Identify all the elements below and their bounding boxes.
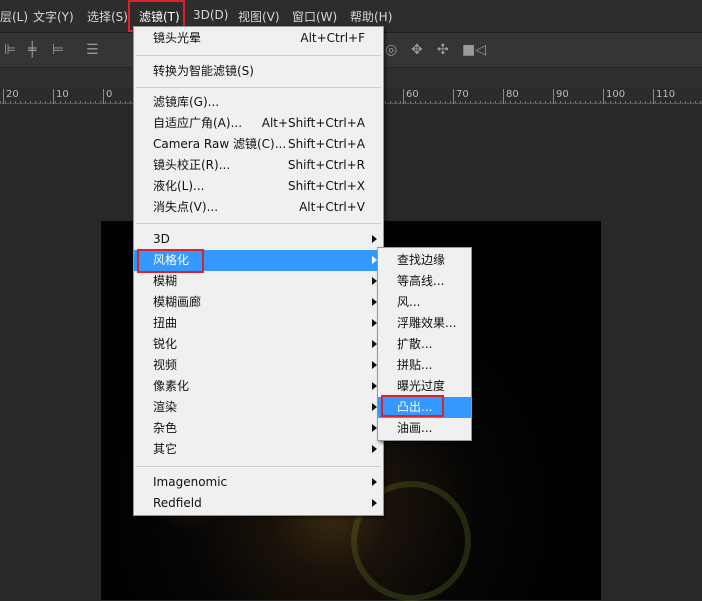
menu-separator: [136, 55, 381, 56]
stylize-submenu-item[interactable]: 等高线...: [378, 271, 471, 292]
stylize-submenu-item[interactable]: 油画...: [378, 418, 471, 439]
ruler-label: 0: [103, 89, 112, 104]
menu-item-label: Imagenomic: [153, 475, 228, 489]
menu-item-label: 视频: [153, 358, 178, 372]
filter-menu-item[interactable]: 模糊画廊: [134, 292, 383, 313]
filter-menu-item[interactable]: 液化(L)... Shift+Ctrl+X: [134, 176, 383, 197]
filter-menu-item[interactable]: 杂色: [134, 418, 383, 439]
menu-item-label: 锐化: [153, 337, 178, 351]
ruler-label: 110: [653, 89, 675, 104]
ruler-label: 70: [453, 89, 469, 104]
menu-3d[interactable]: 3D(D): [193, 8, 228, 22]
ruler-label: 80: [503, 89, 519, 104]
menu-item-shortcut: Alt+Shift+Ctrl+A: [261, 116, 365, 130]
menu-help[interactable]: 帮助(H): [350, 8, 392, 25]
stylize-submenu-item[interactable]: 浮雕效果...: [378, 313, 471, 334]
menu-item-label: 转换为智能滤镜(S): [153, 64, 254, 78]
menu-item-label: Redfield: [153, 496, 202, 510]
menu-item-label: Camera Raw 滤镜(C)...: [153, 137, 287, 151]
submenu-arrow-icon: [372, 499, 377, 507]
menu-item-label: 杂色: [153, 421, 178, 435]
filter-menu-item[interactable]: 3D: [134, 229, 383, 250]
menu-select[interactable]: 选择(S): [87, 8, 128, 25]
align-left-icon[interactable]: ⊫: [4, 42, 16, 58]
ruler-label: 60: [403, 89, 419, 104]
slide-3d-icon[interactable]: ✣: [437, 42, 449, 58]
filter-menu-item[interactable]: 转换为智能滤镜(S): [134, 61, 383, 82]
menu-item-label: 镜头校正(R)...: [153, 158, 231, 172]
rotate-3d-icon[interactable]: ◎: [385, 42, 397, 58]
submenu-arrow-icon: [372, 445, 377, 453]
submenu-arrow-icon: [372, 478, 377, 486]
menu-item-shortcut: Shift+Ctrl+A: [288, 137, 365, 151]
menu-item-label: 扭曲: [153, 316, 178, 330]
filter-menu-item[interactable]: 像素化: [134, 376, 383, 397]
menu-separator: [136, 87, 381, 88]
annotation-box-extrude: [381, 395, 444, 417]
menu-item-shortcut: Shift+Ctrl+X: [288, 179, 365, 193]
menu-item-label: 消失点(V)...: [153, 200, 219, 214]
ruler-label: 100: [603, 89, 625, 104]
filter-menu-item[interactable]: 模糊: [134, 271, 383, 292]
menu-item-label: 模糊: [153, 274, 178, 288]
menu-type[interactable]: 文字(Y): [33, 8, 74, 25]
menu-item-label: 3D: [153, 232, 170, 246]
menu-item-label: 模糊画廊: [153, 295, 202, 309]
filter-menu-item[interactable]: 镜头光晕 Alt+Ctrl+F: [134, 28, 383, 49]
menu-item-shortcut: Alt+Ctrl+F: [300, 31, 365, 45]
filter-menu-item[interactable]: 视频: [134, 355, 383, 376]
filter-menu-item[interactable]: 其它: [134, 439, 383, 460]
stylize-submenu-item[interactable]: 查找边缘: [378, 250, 471, 271]
filter-menu-item[interactable]: 消失点(V)... Alt+Ctrl+V: [134, 197, 383, 218]
filter-menu-item[interactable]: 滤镜库(G)...: [134, 92, 383, 113]
ruler-label: 90: [553, 89, 569, 104]
menu-layer[interactable]: 层(L): [0, 8, 28, 25]
align-right-icon[interactable]: ⊨: [52, 42, 64, 58]
menu-item-label: 像素化: [153, 379, 190, 393]
filter-menu-item[interactable]: Redfield: [134, 493, 383, 514]
menu-view[interactable]: 视图(V): [238, 8, 280, 25]
menu-item-label: 自适应广角(A)...: [153, 116, 243, 130]
menu-item-shortcut: Shift+Ctrl+R: [287, 158, 365, 172]
menu-separator: [136, 223, 381, 224]
menu-item-label: 滤镜库(G)...: [153, 95, 220, 109]
filter-menu-item[interactable]: 镜头校正(R)... Shift+Ctrl+R: [134, 155, 383, 176]
submenu-arrow-icon: [372, 235, 377, 243]
menu-window[interactable]: 窗口(W): [292, 8, 337, 25]
align-center-icon[interactable]: ╪: [28, 42, 36, 58]
stylize-submenu-item[interactable]: 风...: [378, 292, 471, 313]
filter-menu-item[interactable]: 锐化: [134, 334, 383, 355]
ruler-label: 20: [3, 89, 19, 104]
filter-menu-item[interactable]: 扭曲: [134, 313, 383, 334]
filter-menu-item[interactable]: Imagenomic: [134, 472, 383, 493]
menu-item-label: 其它: [153, 442, 178, 456]
menu-item-label: 渲染: [153, 400, 178, 414]
camera-3d-icon[interactable]: ■◁: [462, 42, 486, 58]
menu-separator: [136, 466, 381, 467]
menu-item-label: 液化(L)...: [153, 179, 205, 193]
ruler-label: 10: [53, 89, 69, 104]
filter-menu-item[interactable]: Camera Raw 滤镜(C)... Shift+Ctrl+A: [134, 134, 383, 155]
pan-3d-icon[interactable]: ✥: [411, 42, 423, 58]
stylize-submenu-item[interactable]: 曝光过度: [378, 376, 471, 397]
filter-menu-item[interactable]: 渲染: [134, 397, 383, 418]
menu-item-label: 镜头光晕: [153, 31, 202, 45]
menu-item-shortcut: Alt+Ctrl+V: [299, 200, 365, 214]
stylize-submenu-item[interactable]: 扩散...: [378, 334, 471, 355]
annotation-box-stylize: [137, 249, 204, 273]
filter-menu-item[interactable]: 自适应广角(A)... Alt+Shift+Ctrl+A: [134, 113, 383, 134]
distribute-icon[interactable]: ☰: [86, 42, 99, 58]
stylize-submenu-item[interactable]: 拼贴...: [378, 355, 471, 376]
